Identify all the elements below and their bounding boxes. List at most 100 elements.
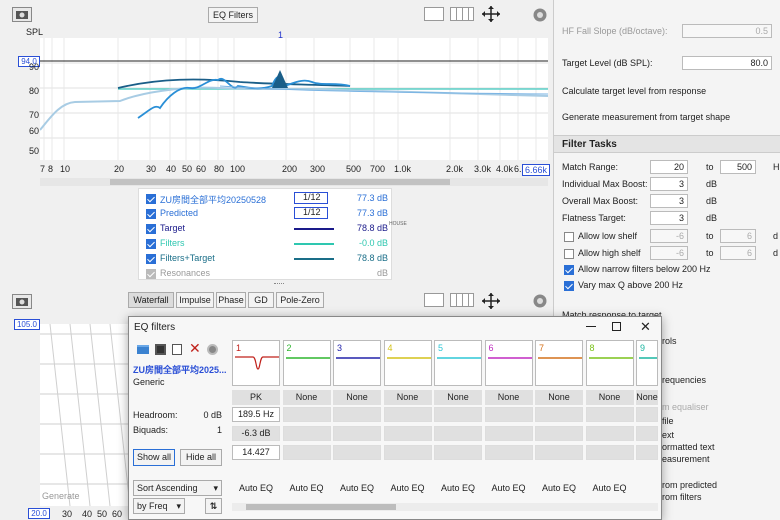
task-item[interactable]: requencies (662, 375, 706, 385)
auto-eq-checkbox[interactable]: Auto EQ (283, 483, 331, 493)
auto-eq-checkbox[interactable]: Auto EQ (535, 483, 583, 493)
task-item[interactable]: file (662, 416, 674, 426)
gear-icon[interactable] (532, 293, 548, 309)
legend-row[interactable]: Resonances dB (146, 267, 390, 281)
maximize-icon[interactable] (612, 322, 621, 331)
frequency-response-plot[interactable] (39, 38, 549, 160)
minimize-icon[interactable] (586, 326, 596, 327)
filter1-gain[interactable]: -6.3 dB (232, 426, 280, 441)
copy-icon[interactable] (172, 344, 182, 355)
sort-select[interactable]: Sort Ascending ▾ (133, 480, 222, 496)
tab-polezero[interactable]: Pole-Zero (276, 292, 324, 308)
task-item[interactable]: ormatted text (662, 442, 715, 452)
overall-max-boost-input[interactable]: 3 (650, 194, 688, 208)
close-icon[interactable]: ✕ (640, 320, 651, 333)
waterfall-plot[interactable] (40, 323, 131, 507)
auto-eq-checkbox[interactable]: Auto EQ (232, 483, 280, 493)
x-axis-value-box[interactable]: 6.66k (522, 164, 551, 176)
folder-icon[interactable] (137, 345, 149, 354)
high-shelf-to-input[interactable]: 6 (720, 246, 756, 260)
legend-checkbox[interactable] (146, 194, 156, 204)
generate-button[interactable]: Generate (42, 491, 80, 501)
delete-icon[interactable]: ✕ (189, 340, 201, 357)
legend-checkbox[interactable] (146, 224, 156, 234)
auto-eq-checkbox[interactable]: Auto EQ (586, 483, 634, 493)
target-level-input[interactable]: 80.0 (682, 56, 772, 70)
show-all-button[interactable]: Show all (133, 449, 175, 466)
y-axis-value-box[interactable]: 105.0 (14, 319, 40, 330)
task-item[interactable]: rols (662, 336, 677, 346)
filter-type-select[interactable]: None (383, 390, 432, 405)
vary-q-checkbox[interactable] (564, 280, 574, 291)
match-range-from-input[interactable]: 20 (650, 160, 688, 174)
filter-slot-2[interactable]: 2 (282, 340, 331, 386)
high-shelf-checkbox[interactable] (564, 248, 574, 259)
gear-icon[interactable] (532, 7, 548, 23)
task-item[interactable]: easurement (662, 454, 710, 464)
filter-type-select[interactable]: None (282, 390, 331, 405)
hide-all-button[interactable]: Hide all (180, 449, 222, 466)
calc-target-level-button[interactable]: Calculate target level from response (562, 86, 706, 96)
narrow-filters-checkbox[interactable] (564, 264, 574, 275)
smoothing-badge[interactable]: 1/12 (294, 207, 328, 219)
low-shelf-from-input[interactable]: -6 (650, 229, 688, 243)
legend-row[interactable]: Predicted 1/12 77.3 dB (146, 207, 390, 221)
legend-checkbox[interactable] (146, 254, 156, 264)
filter-type-select[interactable]: None (535, 390, 583, 405)
scrollbar-thumb[interactable] (246, 504, 396, 510)
layout-single-icon[interactable] (424, 7, 444, 21)
filter-type-select[interactable]: None (484, 390, 533, 405)
tab-impulse[interactable]: Impulse (176, 292, 214, 308)
task-item[interactable]: m equaliser (662, 402, 709, 412)
individual-max-boost-input[interactable]: 3 (650, 177, 688, 191)
move-icon[interactable] (480, 5, 502, 23)
smoothing-badge[interactable]: 1/12 (294, 192, 328, 204)
filter-slot-7[interactable]: 7 (535, 340, 583, 386)
auto-eq-checkbox[interactable]: Auto EQ (333, 483, 381, 493)
scrollbar-thumb[interactable] (110, 179, 450, 185)
layout-split-icon[interactable] (450, 7, 474, 21)
filter-slot-1[interactable]: 1 (232, 340, 280, 386)
filter-type-select[interactable]: None (636, 390, 658, 405)
auto-eq-checkbox[interactable]: Auto EQ (384, 483, 432, 493)
move-icon[interactable] (480, 292, 502, 310)
hf-fall-input[interactable]: 0.5 (682, 24, 772, 38)
legend-checkbox[interactable] (146, 209, 156, 219)
tab-gd[interactable]: GD (248, 292, 274, 308)
match-range-to-input[interactable]: 500 (720, 160, 756, 174)
filter1-q[interactable]: 14.427 (232, 445, 280, 460)
layout-split-icon[interactable] (450, 293, 474, 307)
splitter-dots[interactable] (274, 283, 284, 286)
low-shelf-checkbox[interactable] (564, 231, 574, 242)
settings-icon[interactable] (207, 344, 218, 355)
generate-measurement-button[interactable]: Generate measurement from target shape (562, 112, 730, 122)
legend-row[interactable]: Filters -0.0 dB (146, 237, 390, 251)
sort-order-icon[interactable]: ⇅ (205, 498, 222, 514)
filter-slot-3[interactable]: 3 (333, 340, 381, 386)
task-item[interactable]: rom filters (662, 492, 702, 502)
task-item[interactable]: rom predicted (662, 480, 717, 490)
legend-checkbox[interactable] (146, 239, 156, 249)
filter-slot-6[interactable]: 6 (484, 340, 533, 386)
filter1-freq[interactable]: 189.5 Hz (232, 407, 280, 422)
filter-slot-9[interactable]: 9 (636, 340, 658, 386)
filter-slot-4[interactable]: 4 (383, 340, 432, 386)
legend-checkbox[interactable] (146, 269, 156, 279)
tab-phase[interactable]: Phase (216, 292, 246, 308)
filter-type-select[interactable]: PK (232, 390, 280, 405)
filter-slot-5[interactable]: 5 (434, 340, 482, 386)
task-item[interactable]: ext (662, 430, 674, 440)
auto-eq-checkbox[interactable]: Auto EQ (485, 483, 533, 493)
legend-row[interactable]: Target 78.8 dB HOUSE (146, 221, 407, 236)
filter-slot-8[interactable]: 8 (585, 340, 634, 386)
legend-row[interactable]: Filters+Target 78.8 dB (146, 252, 390, 266)
low-shelf-to-input[interactable]: 6 (720, 229, 756, 243)
by-select[interactable]: by Freq ▾ (133, 498, 185, 514)
layout-single-icon[interactable] (424, 293, 444, 307)
camera-icon[interactable] (12, 7, 32, 22)
dialog-scrollbar[interactable] (232, 503, 658, 511)
camera-icon[interactable] (12, 294, 32, 309)
filter-type-select[interactable]: None (585, 390, 634, 405)
auto-eq-checkbox[interactable]: Auto EQ (434, 483, 482, 493)
high-shelf-from-input[interactable]: -6 (650, 246, 688, 260)
